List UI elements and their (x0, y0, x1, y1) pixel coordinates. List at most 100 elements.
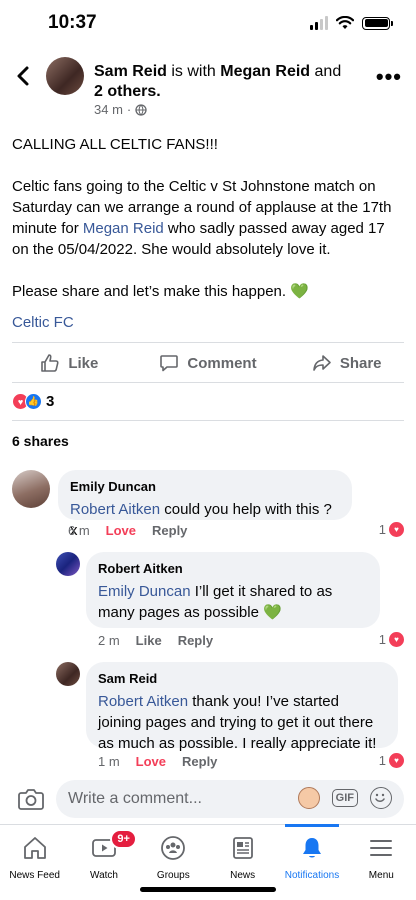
comment-bubble-icon (160, 355, 179, 372)
like-comment-button[interactable]: Like (136, 633, 162, 648)
comment-time: 1 m (98, 754, 120, 769)
tab-news-feed[interactable]: News Feed (0, 825, 69, 900)
like-label: Like (68, 354, 99, 372)
post-body: CALLING ALL CELTIC FANS!!! Celtic fans g… (12, 134, 404, 323)
tab-label: News (230, 870, 256, 881)
watch-badge: 9+ (110, 829, 137, 849)
home-icon (21, 834, 49, 862)
comment-actions: 6 m Love Reply (68, 523, 187, 538)
commenter-name[interactable]: Sam Reid (98, 670, 386, 688)
reaction-count: 3 (46, 393, 55, 410)
post-call-to-action: Please share and let’s make this happen.… (12, 283, 309, 300)
love-button[interactable]: Love (106, 523, 136, 538)
love-reaction-icon: ♥ (389, 522, 404, 537)
post-author-line: Sam Reid is with Megan Reid and 2 others… (94, 62, 354, 102)
comment-reactions[interactable]: 1 ♥ (379, 522, 404, 537)
comment-button[interactable]: Comment (139, 346, 278, 380)
status-bar: 10:37 (0, 0, 416, 48)
share-label: Share (339, 354, 382, 372)
emoji-icon[interactable] (370, 787, 392, 809)
share-button[interactable]: Share (277, 346, 416, 380)
love-reaction-icon: ♥ (389, 753, 404, 768)
comment-mention[interactable]: Robert Aitken (70, 501, 160, 518)
comment-actions: 1 m Love Reply (98, 754, 217, 769)
tab-label: Groups (156, 870, 190, 881)
tab-label: News Feed (9, 870, 60, 881)
comment-mention[interactable]: Robert Aitken (98, 693, 188, 710)
comment-mention[interactable]: Emily Duncan (98, 583, 191, 600)
wifi-icon (336, 16, 354, 29)
camera-icon[interactable] (18, 788, 44, 810)
comment-reaction-count: 1 (378, 753, 386, 768)
and-text: and (314, 63, 342, 80)
divider (12, 382, 404, 383)
globe-icon (135, 103, 147, 116)
tab-label: Watch (90, 870, 118, 881)
comment-bubble: Sam Reid Robert Aitken thank you! I’ve s… (86, 662, 398, 752)
status-icons (310, 16, 393, 30)
comment-label: Comment (187, 354, 257, 372)
comment-reaction-count: 1 (378, 632, 386, 647)
meta-separator: · (126, 102, 132, 117)
page-link-celtic[interactable]: Celtic FC (12, 314, 74, 331)
tab-menu[interactable]: Menu (347, 825, 416, 900)
gif-icon[interactable]: GIF (331, 789, 358, 807)
love-button[interactable]: Love (136, 754, 166, 769)
with-text: is with (171, 63, 216, 80)
news-icon (229, 834, 257, 862)
more-options-icon[interactable]: ••• (376, 66, 402, 88)
others-link[interactable]: 2 others. (94, 83, 161, 100)
tab-watch[interactable]: 9+ Watch (69, 825, 138, 900)
commenter-name[interactable]: Robert Aitken (98, 560, 368, 578)
comment-reactions[interactable]: 1 ♥ (379, 632, 404, 647)
bell-icon (298, 834, 326, 862)
comment-bubble: Robert Aitken Emily Duncan I’ll get it s… (86, 552, 380, 628)
comment-reaction-count: 1 (378, 522, 386, 537)
divider (12, 342, 404, 343)
signal-icon (310, 16, 328, 30)
tab-label: Notifications (284, 870, 340, 881)
post-time[interactable]: 34 m (94, 102, 123, 117)
avatar-sticker-icon[interactable] (297, 787, 320, 809)
post-meta: 34 m · (94, 102, 147, 117)
like-reaction-icon: 👍 (25, 393, 42, 410)
comment-time: 2 m (98, 633, 120, 648)
comment-text: Emily Duncan I’ll get it shared to as ma… (98, 583, 333, 621)
post-headline: CALLING ALL CELTIC FANS!!! (12, 136, 218, 153)
groups-icon (159, 834, 187, 862)
author-avatar[interactable] (46, 57, 84, 95)
reply-button[interactable]: Reply (182, 754, 217, 769)
clock: 10:37 (48, 12, 97, 33)
like-button[interactable]: Like (0, 346, 139, 380)
home-indicator (140, 887, 276, 892)
post-paragraph: Celtic fans going to the Celtic v St Joh… (12, 178, 392, 258)
commenter-avatar[interactable] (12, 470, 50, 508)
author-name[interactable]: Sam Reid (94, 63, 167, 80)
divider (12, 420, 404, 421)
commenter-name[interactable]: Emily Duncan (70, 478, 340, 496)
commenter-avatar[interactable] (56, 552, 80, 576)
tab-notifications[interactable]: Notifications (277, 824, 346, 900)
comment-time: 6 m (68, 523, 90, 538)
composer-icons: GIF (297, 787, 392, 809)
menu-icon (367, 834, 395, 862)
bottom-tab-bar: News Feed 9+ Watch Groups News Notificat… (0, 824, 416, 900)
comment-bubble: Emily Duncan Robert Aitken could you hel… (58, 470, 352, 539)
shares-count[interactable]: 6 shares (12, 433, 69, 449)
post-header: Sam Reid is with Megan Reid and 2 others… (0, 56, 416, 120)
post-actions: Like Comment Share (0, 346, 416, 380)
love-reaction-icon: ♥ (389, 632, 404, 647)
back-arrow-icon[interactable] (12, 64, 36, 88)
mention-megan[interactable]: Megan Reid (83, 220, 164, 237)
commenter-avatar[interactable] (56, 662, 80, 686)
share-arrow-icon (313, 355, 331, 371)
tagged-name[interactable]: Megan Reid (220, 63, 310, 80)
comment-composer: GIF (0, 780, 416, 824)
reply-button[interactable]: Reply (152, 523, 187, 538)
comment-reactions[interactable]: 1 ♥ (379, 753, 404, 768)
reaction-summary[interactable]: ♥ 👍 3 (12, 393, 54, 410)
reply-button[interactable]: Reply (178, 633, 213, 648)
comment-text: Robert Aitken thank you! I’ve started jo… (98, 693, 377, 752)
battery-icon (362, 16, 393, 30)
comment-actions: 2 m Like Reply (98, 633, 213, 648)
